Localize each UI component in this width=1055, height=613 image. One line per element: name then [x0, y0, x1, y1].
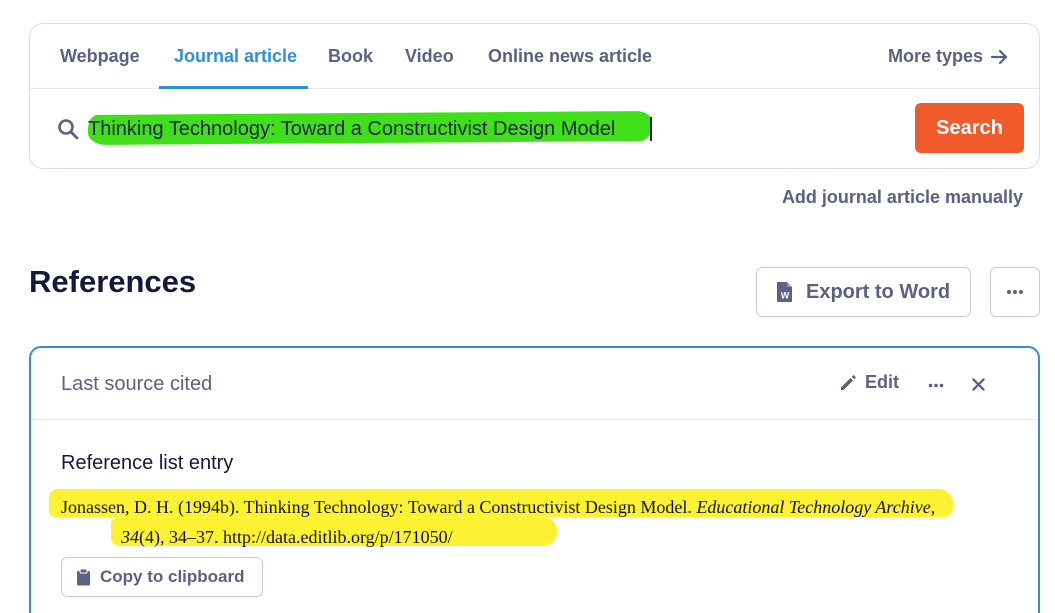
tab-online-news-article[interactable]: Online news article [488, 46, 652, 67]
pencil-icon [841, 374, 856, 390]
reference-issue-pages: (4), 34–37. [139, 527, 223, 547]
copy-to-clipboard-button[interactable]: Copy to clipboard [61, 557, 263, 597]
search-button[interactable]: Search [915, 103, 1024, 153]
tab-journal-article[interactable]: Journal article [174, 46, 297, 67]
word-document-icon: W [777, 282, 792, 302]
reference-url: http://data.editlib.org/p/171050/ [223, 527, 453, 547]
last-source-header: Last source cited Edit [31, 348, 1038, 420]
references-more-options-button[interactable] [990, 267, 1040, 317]
tab-book[interactable]: Book [328, 46, 373, 67]
copy-to-clipboard-label: Copy to clipboard [100, 567, 245, 586]
last-source-title: Last source cited [61, 373, 213, 395]
source-search-card: Webpage Journal article Book Video Onlin… [29, 23, 1040, 169]
reference-volume: 34 [121, 527, 139, 547]
export-to-word-label: Export to Word [806, 280, 951, 303]
references-heading: References [29, 264, 197, 299]
text-caret [650, 117, 652, 141]
edit-citation-button[interactable]: Edit [839, 372, 899, 393]
reference-separator: , [930, 497, 936, 517]
close-icon [971, 377, 985, 391]
active-tab-indicator [159, 86, 308, 89]
page: Webpage Journal article Book Video Onlin… [0, 0, 1055, 613]
citation-more-options-button[interactable] [925, 374, 947, 396]
reference-journal: Educational Technology Archive [696, 497, 931, 517]
reference-authors-title: Jonassen, D. H. (1994b). Thinking Techno… [61, 497, 697, 517]
source-type-tabs: Webpage Journal article Book Video Onlin… [30, 24, 1039, 89]
search-icon [58, 119, 79, 140]
arrow-right-icon [991, 49, 1008, 64]
more-types-link[interactable]: More types [888, 46, 1009, 67]
add-journal-article-manually-link[interactable]: Add journal article manually [782, 187, 1023, 208]
close-last-source-button[interactable] [968, 374, 988, 394]
last-source-card: Last source cited Edit Reference list en… [29, 346, 1040, 613]
search-input[interactable] [88, 111, 648, 147]
reference-entry-text: Jonassen, D. H. (1994b). Thinking Techno… [61, 492, 961, 552]
more-horizontal-icon [928, 383, 944, 387]
reference-list-entry-label: Reference list entry [61, 452, 234, 474]
search-row: Search [30, 90, 1039, 169]
clipboard-icon [77, 568, 90, 586]
svg-text:W: W [781, 291, 790, 301]
edit-label: Edit [865, 372, 899, 392]
more-horizontal-icon [1007, 290, 1023, 294]
export-to-word-button[interactable]: W Export to Word [756, 267, 971, 317]
tab-video[interactable]: Video [405, 46, 454, 67]
tab-webpage[interactable]: Webpage [60, 46, 140, 67]
more-types-label: More types [887, 46, 983, 66]
